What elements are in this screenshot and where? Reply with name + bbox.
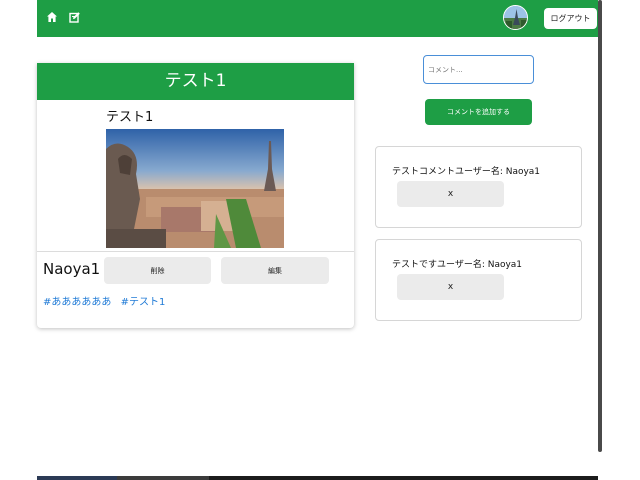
user-avatar[interactable] [503,5,528,30]
bottom-edge [37,476,598,480]
home-icon[interactable] [46,11,58,23]
post-card: テスト1 テスト1 Naoya1 削除 編集 #ああああああ #テスト1 [37,63,354,328]
add-comment-button[interactable]: コメントを追加する [425,99,532,125]
tag-link[interactable]: #テスト1 [121,297,166,308]
scrollbar[interactable] [598,0,602,452]
tag-link[interactable]: #ああああああ [43,297,111,308]
comment-text: テストですユーザー名: Naoya1 [392,260,523,270]
new-post-icon[interactable] [69,11,81,23]
post-title: テスト1 [106,110,154,125]
comment-input[interactable] [423,55,534,84]
delete-comment-button[interactable]: x [397,181,504,207]
page-margin [0,0,37,480]
comment-text: テストコメントユーザー名: Naoya1 [392,167,541,177]
comment-card: テストコメントユーザー名: Naoya1 x [375,146,582,228]
edit-post-button[interactable]: 編集 [221,257,329,284]
post-author: Naoya1 [43,260,101,278]
post-image [106,129,284,248]
post-tags: #ああああああ #テスト1 [43,293,171,308]
logout-button[interactable]: ログアウト [544,8,597,29]
post-card-header: テスト1 [37,63,354,100]
post-divider [37,251,354,252]
top-navbar: ログアウト [37,0,598,37]
comment-card: テストですユーザー名: Naoya1 x [375,239,582,321]
delete-post-button[interactable]: 削除 [104,257,211,284]
delete-comment-button[interactable]: x [397,274,504,300]
